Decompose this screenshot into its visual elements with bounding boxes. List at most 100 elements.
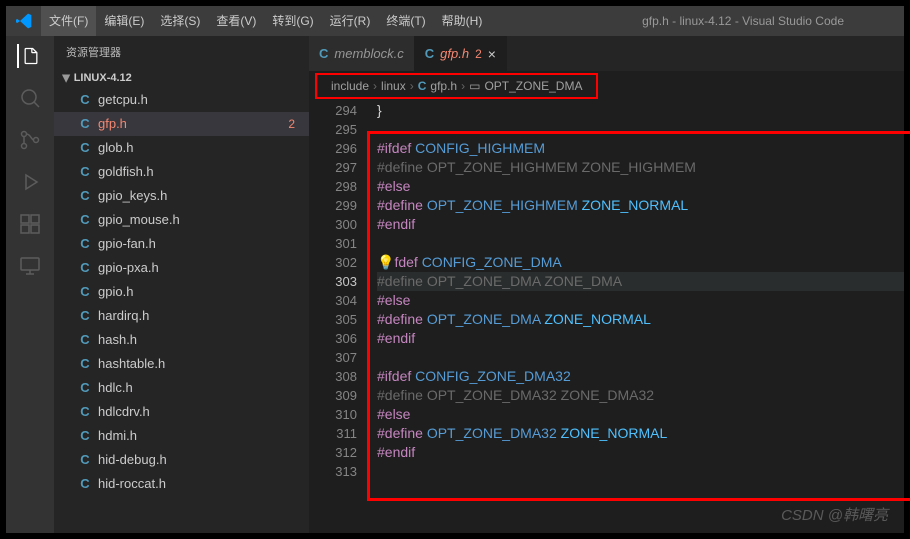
- menu-2[interactable]: 选择(S): [152, 6, 208, 36]
- file-item[interactable]: Cgpio-fan.h: [54, 232, 309, 256]
- code-line[interactable]: #define OPT_ZONE_HIGHMEM ZONE_NORMAL: [377, 196, 904, 215]
- debug-icon[interactable]: [18, 170, 42, 194]
- file-item[interactable]: Chashtable.h: [54, 352, 309, 376]
- code-line[interactable]: #define OPT_ZONE_DMA32 ZONE_DMA32: [377, 386, 904, 405]
- menu-7[interactable]: 帮助(H): [434, 6, 491, 36]
- line-number: 303: [309, 272, 357, 291]
- code-line[interactable]: #define OPT_ZONE_DMA ZONE_NORMAL: [377, 310, 904, 329]
- line-number: 301: [309, 234, 357, 253]
- code-editor[interactable]: 2942952962972982993003013023033043053063…: [309, 101, 904, 481]
- code-lines[interactable]: }#ifdef CONFIG_HIGHMEM#define OPT_ZONE_H…: [377, 101, 904, 481]
- code-line[interactable]: #endif: [377, 215, 904, 234]
- explorer-icon[interactable]: [17, 44, 41, 68]
- menu-6[interactable]: 终端(T): [378, 6, 433, 36]
- line-number: 300: [309, 215, 357, 234]
- breadcrumb-part[interactable]: include: [331, 79, 369, 93]
- menu-1[interactable]: 编辑(E): [96, 6, 152, 36]
- code-line[interactable]: [377, 462, 904, 481]
- c-lang-icon: C: [78, 473, 92, 495]
- extensions-icon[interactable]: [18, 212, 42, 236]
- line-number: 299: [309, 196, 357, 215]
- problems-badge: 2: [288, 113, 295, 135]
- folder-header[interactable]: ▶LINUX-4.12: [54, 68, 309, 88]
- breadcrumb[interactable]: include›linux›Cgfp.h›▭ OPT_ZONE_DMA: [315, 73, 598, 99]
- vscode-logo-icon: [6, 13, 41, 29]
- code-line[interactable]: #endif: [377, 443, 904, 462]
- menu-3[interactable]: 查看(V): [208, 6, 264, 36]
- breadcrumb-file[interactable]: gfp.h: [430, 79, 457, 93]
- file-name: getcpu.h: [98, 89, 148, 111]
- c-lang-icon: C: [78, 353, 92, 375]
- file-item[interactable]: Chid-roccat.h: [54, 472, 309, 496]
- c-lang-icon: C: [78, 377, 92, 399]
- line-number: 298: [309, 177, 357, 196]
- code-line[interactable]: [377, 120, 904, 139]
- code-line[interactable]: 💡fdef CONFIG_ZONE_DMA: [377, 253, 904, 272]
- search-icon[interactable]: [18, 86, 42, 110]
- file-item[interactable]: Cgetcpu.h: [54, 88, 309, 112]
- source-control-icon[interactable]: [18, 128, 42, 152]
- file-name: gfp.h: [98, 113, 127, 135]
- line-number: 311: [309, 424, 357, 443]
- line-number: 304: [309, 291, 357, 310]
- file-item[interactable]: Cglob.h: [54, 136, 309, 160]
- file-item[interactable]: Cgfp.h2: [54, 112, 309, 136]
- breadcrumb-part[interactable]: linux: [381, 79, 406, 93]
- file-item[interactable]: Cgpio_keys.h: [54, 184, 309, 208]
- c-lang-icon: C: [78, 425, 92, 447]
- code-line[interactable]: #ifdef CONFIG_HIGHMEM: [377, 139, 904, 158]
- line-number: 312: [309, 443, 357, 462]
- file-name: gpio_keys.h: [98, 185, 167, 207]
- file-item[interactable]: Chid-debug.h: [54, 448, 309, 472]
- c-lang-icon: C: [78, 281, 92, 303]
- window-title: gfp.h - linux-4.12 - Visual Studio Code: [490, 14, 904, 28]
- file-item[interactable]: Chdlcdrv.h: [54, 400, 309, 424]
- sidebar: 资源管理器 ▶LINUX-4.12 Cgetcpu.h Cgfp.h 2Cglob.…: [54, 36, 309, 533]
- remote-icon[interactable]: [18, 254, 42, 278]
- line-number: 305: [309, 310, 357, 329]
- file-item[interactable]: Chash.h: [54, 328, 309, 352]
- file-item[interactable]: Chdmi.h: [54, 424, 309, 448]
- c-lang-icon: C: [78, 305, 92, 327]
- c-lang-icon: C: [425, 46, 434, 61]
- code-line[interactable]: #else: [377, 291, 904, 310]
- sidebar-title: 资源管理器: [54, 36, 309, 68]
- code-line[interactable]: #define OPT_ZONE_HIGHMEM ZONE_HIGHMEM: [377, 158, 904, 177]
- activity-bar: [6, 36, 54, 533]
- symbol-icon: ▭: [469, 79, 480, 93]
- code-line[interactable]: #else: [377, 177, 904, 196]
- file-name: hid-roccat.h: [98, 473, 166, 495]
- code-line[interactable]: #endif: [377, 329, 904, 348]
- chevron-down-icon: ▶: [60, 74, 71, 82]
- file-item[interactable]: Cgpio.h: [54, 280, 309, 304]
- chevron-right-icon: ›: [373, 79, 377, 93]
- file-item[interactable]: Cgpio-pxa.h: [54, 256, 309, 280]
- editor-tab[interactable]: Cgfp.h2×: [415, 36, 507, 71]
- c-lang-icon: C: [78, 233, 92, 255]
- breadcrumb-symbol[interactable]: OPT_ZONE_DMA: [484, 79, 582, 93]
- file-name: gpio-pxa.h: [98, 257, 159, 279]
- editor-tab[interactable]: Cmemblock.c: [309, 36, 415, 71]
- file-name: hardirq.h: [98, 305, 149, 327]
- file-item[interactable]: Cgoldfish.h: [54, 160, 309, 184]
- c-lang-icon: C: [78, 137, 92, 159]
- code-line[interactable]: #ifdef CONFIG_ZONE_DMA32: [377, 367, 904, 386]
- file-item[interactable]: Chardirq.h: [54, 304, 309, 328]
- menu-5[interactable]: 运行(R): [322, 6, 379, 36]
- code-line[interactable]: #define OPT_ZONE_DMA ZONE_DMA: [377, 272, 904, 291]
- file-name: hdlcdrv.h: [98, 401, 150, 423]
- code-line[interactable]: #else: [377, 405, 904, 424]
- menu-0[interactable]: 文件(F): [41, 6, 96, 36]
- tab-badge: 2: [475, 47, 482, 61]
- file-item[interactable]: Cgpio_mouse.h: [54, 208, 309, 232]
- code-line[interactable]: }: [377, 101, 904, 120]
- close-icon[interactable]: ×: [488, 46, 496, 62]
- code-line[interactable]: [377, 234, 904, 253]
- menu-bar: 文件(F)编辑(E)选择(S)查看(V)转到(G)运行(R)终端(T)帮助(H): [41, 6, 490, 36]
- editor-area: Cmemblock.cCgfp.h2× include›linux›Cgfp.h…: [309, 36, 904, 533]
- menu-4[interactable]: 转到(G): [264, 6, 321, 36]
- c-lang-icon: C: [78, 161, 92, 183]
- code-line[interactable]: #define OPT_ZONE_DMA32 ZONE_NORMAL: [377, 424, 904, 443]
- code-line[interactable]: [377, 348, 904, 367]
- file-item[interactable]: Chdlc.h: [54, 376, 309, 400]
